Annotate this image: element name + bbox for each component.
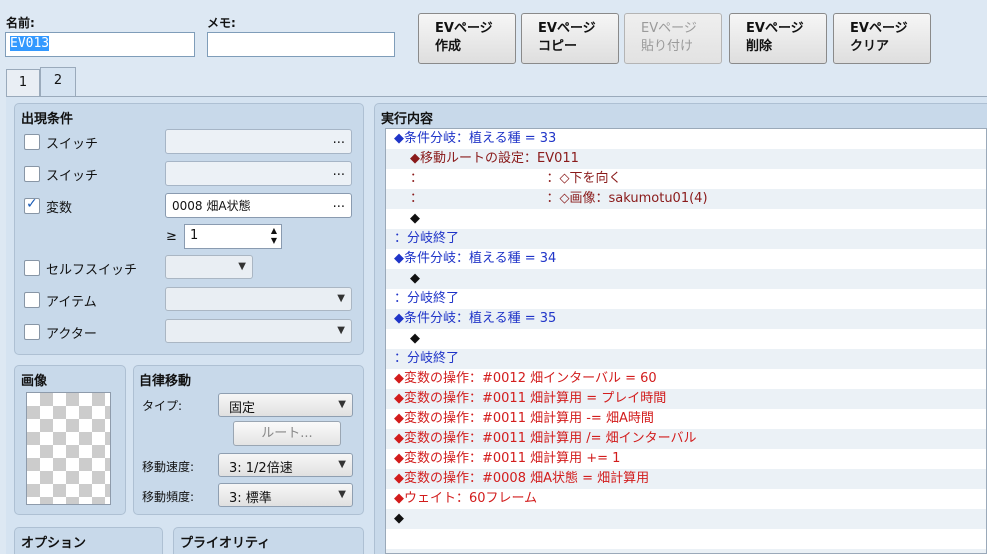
speed-select[interactable]: 3: 1/2倍速 ▼: [218, 453, 353, 477]
command-line[interactable]: ： ：◇下を向く: [386, 169, 986, 189]
image-title: 画像: [21, 374, 48, 389]
item-label: アイテム: [46, 294, 97, 310]
switch1-check-box[interactable]: [24, 134, 40, 150]
item-checkbox[interactable]: アイテム: [24, 290, 97, 310]
priority-title: プライオリティ: [180, 536, 271, 551]
item-check-box[interactable]: [24, 292, 40, 308]
switch1-checkbox[interactable]: スイッチ: [24, 132, 98, 152]
command-list[interactable]: ◆条件分岐：植える種 = 33 ◆移動ルートの設定：EV011： ：◇下を向く： …: [385, 128, 987, 554]
type-label: タイプ:: [142, 399, 183, 413]
actor-select[interactable]: ▼: [165, 319, 352, 343]
type-select[interactable]: 固定 ▼: [218, 393, 353, 417]
self-switch-check-box[interactable]: [24, 260, 40, 276]
tab-page-1[interactable]: 1: [6, 69, 40, 97]
command-line[interactable]: ◆変数の操作：#0011 畑計算用 = プレイ時間: [386, 389, 986, 409]
switch1-field[interactable]: ...: [165, 129, 352, 154]
command-line[interactable]: [386, 549, 986, 553]
self-switch-label: セルフスイッチ: [46, 262, 138, 278]
variable-operator: ≥: [166, 229, 177, 244]
switch1-ellipsis-button[interactable]: ...: [333, 132, 345, 147]
switch2-checkbox[interactable]: スイッチ: [24, 164, 98, 184]
chevron-down-icon: ▼: [338, 459, 346, 470]
variable-value: 0008 畑A状態: [172, 199, 251, 213]
variable-ellipsis-button[interactable]: ...: [333, 196, 345, 211]
conditions-title: 出現条件: [21, 112, 74, 127]
command-line[interactable]: ◆条件分岐：植える種 = 35: [386, 309, 986, 329]
spin-arrows-icon[interactable]: ▲ ▼: [271, 226, 277, 246]
frequency-select[interactable]: 3: 標準 ▼: [218, 483, 353, 507]
speed-label: 移動速度:: [142, 460, 195, 474]
options-title: オプション: [21, 536, 87, 551]
self-switch-select[interactable]: ▼: [165, 255, 253, 279]
command-line[interactable]: ◆: [386, 269, 986, 289]
ev-page-paste-button[interactable]: EVページ 貼り付け: [624, 13, 722, 64]
actor-label: アクター: [46, 326, 97, 342]
name-label: 名前:: [6, 16, 35, 30]
variable-label: 変数: [46, 200, 73, 216]
memo-input[interactable]: [207, 32, 395, 57]
actor-checkbox[interactable]: アクター: [24, 322, 97, 342]
chevron-down-icon: ▼: [338, 399, 346, 410]
chevron-down-icon: ▼: [238, 261, 246, 272]
event-image-preview[interactable]: [26, 392, 111, 505]
ev-page-delete-button[interactable]: EVページ 削除: [729, 13, 827, 64]
command-line[interactable]: ：分岐終了: [386, 289, 986, 309]
actor-check-box[interactable]: [24, 324, 40, 340]
command-line[interactable]: ◆変数の操作：#0011 畑計算用 -= 畑A時間: [386, 409, 986, 429]
variable-check-box[interactable]: [24, 196, 40, 214]
variable-field[interactable]: 0008 畑A状態...: [165, 193, 352, 218]
memo-label: メモ:: [207, 16, 236, 30]
variable-operand-spinbox[interactable]: 1 ▲ ▼: [184, 224, 282, 249]
ev-page-copy-button[interactable]: EVページ コピー: [521, 13, 619, 64]
variable-checkbox[interactable]: 変数: [24, 196, 72, 216]
ev-page-create-button[interactable]: EVページ 作成: [418, 13, 516, 64]
self-switch-checkbox[interactable]: セルフスイッチ: [24, 258, 137, 278]
switch2-check-box[interactable]: [24, 166, 40, 182]
name-input[interactable]: EV013: [5, 32, 195, 57]
command-line[interactable]: ◆条件分岐：植える種 = 34: [386, 249, 986, 269]
switch2-field[interactable]: ...: [165, 161, 352, 186]
command-line[interactable]: ：分岐終了: [386, 229, 986, 249]
command-line[interactable]: [386, 529, 986, 549]
command-line[interactable]: ◆変数の操作：#0011 畑計算用 += 1: [386, 449, 986, 469]
command-line[interactable]: ◆変数の操作：#0008 畑A状態 = 畑計算用: [386, 469, 986, 489]
command-line[interactable]: ◆条件分岐：植える種 = 33: [386, 129, 986, 149]
tab-page-2[interactable]: 2: [40, 67, 76, 97]
chevron-down-icon: ▼: [337, 325, 345, 336]
command-line[interactable]: ：分岐終了: [386, 349, 986, 369]
autonomous-title: 自律移動: [139, 374, 192, 389]
switch2-ellipsis-button[interactable]: ...: [333, 164, 345, 179]
command-line[interactable]: ◆: [386, 329, 986, 349]
ev-page-clear-button[interactable]: EVページ クリア: [833, 13, 931, 64]
command-line[interactable]: ◆移動ルートの設定：EV011: [386, 149, 986, 169]
contents-title: 実行内容: [381, 112, 434, 127]
chevron-down-icon: ▼: [337, 293, 345, 304]
frequency-label: 移動頻度:: [142, 490, 195, 504]
command-line[interactable]: ◆ウェイト：60フレーム: [386, 489, 986, 509]
command-line[interactable]: ◆: [386, 509, 986, 529]
command-line[interactable]: ◆: [386, 209, 986, 229]
switch1-label: スイッチ: [46, 136, 99, 152]
switch2-label: スイッチ: [46, 168, 99, 184]
command-line[interactable]: ： ：◇画像：sakumotu01(4): [386, 189, 986, 209]
command-line[interactable]: ◆変数の操作：#0011 畑計算用 /= 畑インターバル: [386, 429, 986, 449]
command-line[interactable]: ◆変数の操作：#0012 畑インターバル = 60: [386, 369, 986, 389]
route-button[interactable]: ルート...: [233, 421, 341, 446]
item-select[interactable]: ▼: [165, 287, 352, 311]
chevron-down-icon: ▼: [338, 489, 346, 500]
